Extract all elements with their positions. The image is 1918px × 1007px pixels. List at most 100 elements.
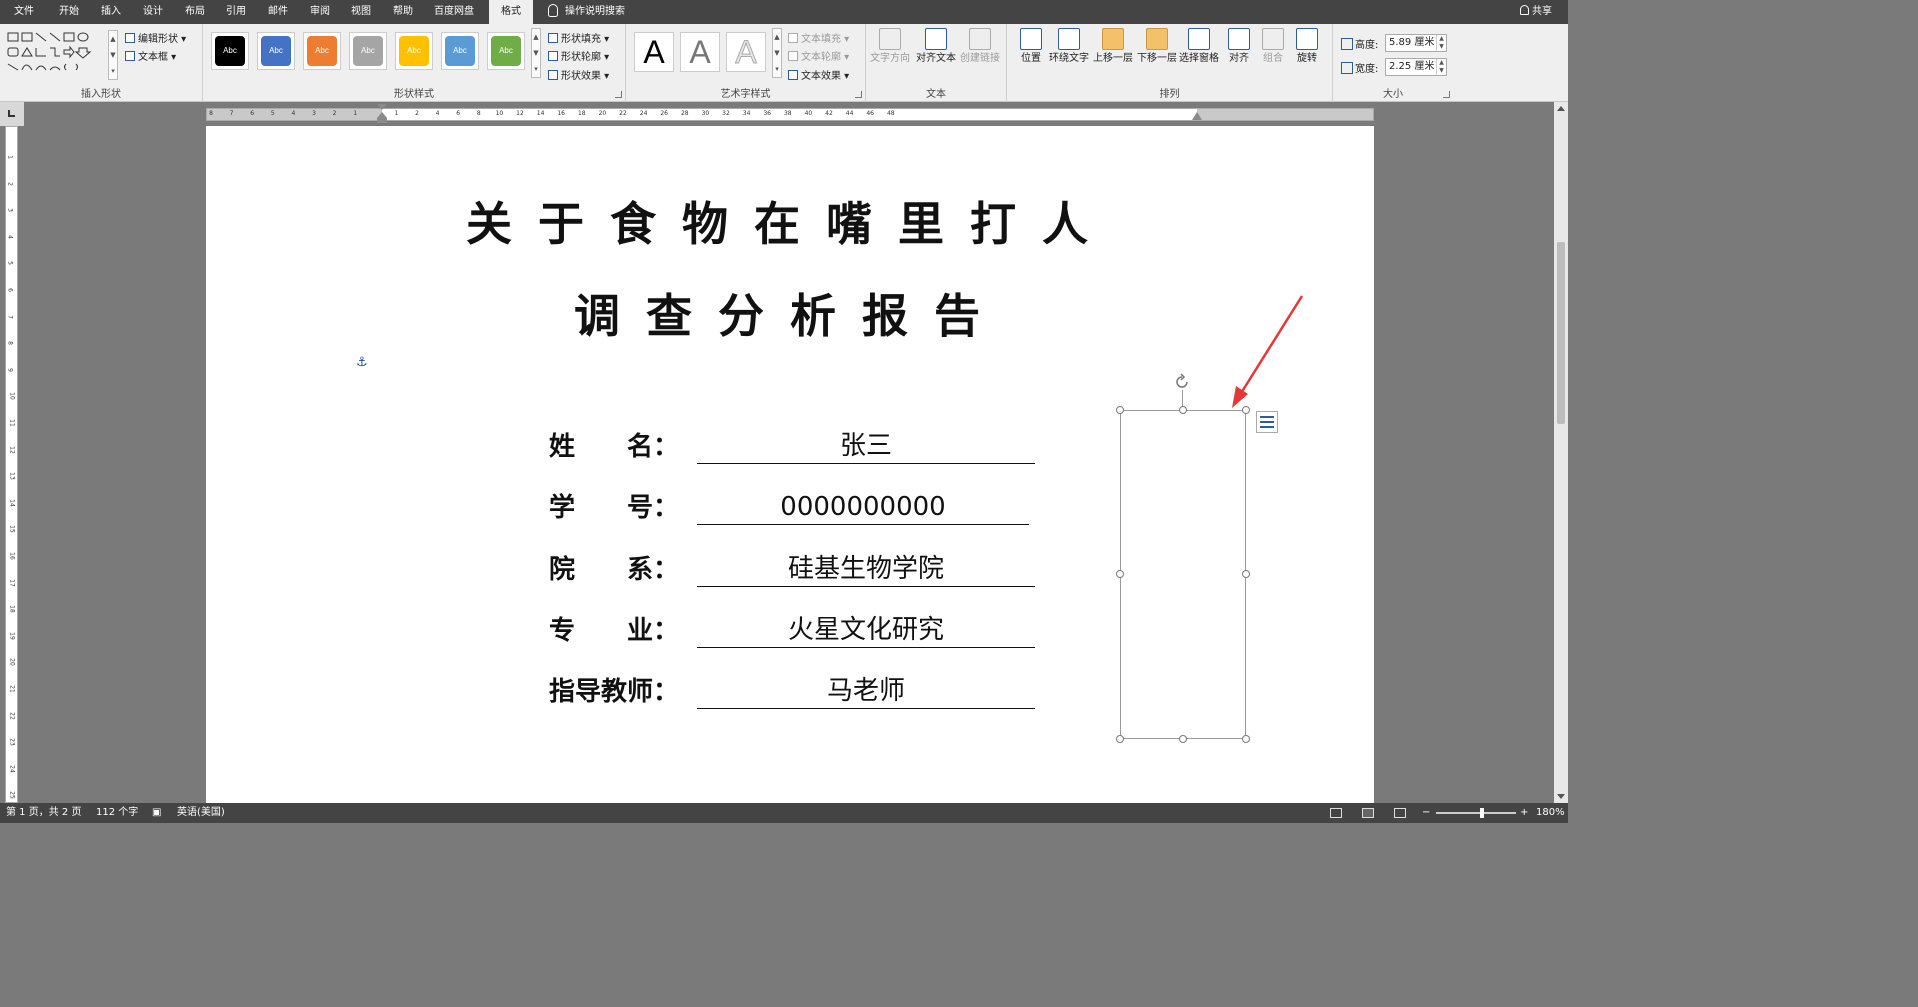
- align-text-button[interactable]: 对齐文本: [914, 28, 958, 84]
- ruler-tick-label: 22: [619, 110, 627, 117]
- menu-mailings[interactable]: 邮件: [268, 0, 288, 24]
- width-spinner[interactable]: ▲ ▼: [1436, 59, 1446, 75]
- wordart-style-black[interactable]: A: [634, 32, 674, 72]
- text-direction-button[interactable]: 文字方向: [868, 28, 912, 84]
- shape-style-swatch[interactable]: Abc: [211, 32, 249, 70]
- edit-shape-button[interactable]: 编辑形状 ▾: [125, 30, 186, 45]
- advisor-value[interactable]: 马老师: [697, 673, 1035, 709]
- wrap-text-button[interactable]: 环绕文字: [1047, 28, 1091, 84]
- shapes-gallery[interactable]: [6, 30, 118, 80]
- create-link-button[interactable]: 创建链接: [958, 28, 1002, 84]
- tab-selector[interactable]: [0, 102, 24, 126]
- web-layout-icon[interactable]: [1394, 808, 1406, 818]
- resize-handle-bottom-left[interactable]: [1116, 735, 1124, 743]
- shapes-gallery-scroller[interactable]: ▲ ▼ ▾: [108, 30, 118, 80]
- report-title-line2[interactable]: 调查分析报告: [206, 280, 1374, 346]
- right-indent-marker[interactable]: [1192, 112, 1202, 120]
- resize-handle-right[interactable]: [1242, 570, 1250, 578]
- selection-pane-button[interactable]: 选择窗格: [1177, 28, 1221, 84]
- height-spinner[interactable]: ▲ ▼: [1436, 35, 1446, 51]
- shape-style-swatch[interactable]: Abc: [441, 32, 479, 70]
- language-indicator[interactable]: 英语(美国): [177, 803, 225, 823]
- word-count[interactable]: 112 个字: [96, 803, 138, 823]
- zoom-level[interactable]: 180%: [1536, 803, 1565, 823]
- wordart-scroller[interactable]: ▲ ▼ ▾: [772, 28, 782, 78]
- zoom-out-icon[interactable]: −: [1422, 803, 1430, 823]
- advisor-label: 指导教师：: [549, 677, 680, 707]
- status-bar: 第 1 页，共 2 页 112 个字 ▣ 英语(美国) − + 180%: [0, 803, 1568, 823]
- rotate-handle-icon[interactable]: [1173, 373, 1191, 391]
- menu-view[interactable]: 视图: [351, 0, 371, 24]
- ruler-tick-label: 48: [886, 110, 895, 117]
- menu-insert[interactable]: 插入: [101, 0, 121, 24]
- shape-style-swatch[interactable]: Abc: [303, 32, 341, 70]
- effects-icon: [548, 70, 558, 80]
- shape-effects-button[interactable]: 形状效果 ▾: [548, 67, 609, 82]
- resize-handle-top-left[interactable]: [1116, 406, 1124, 414]
- horizontal-ruler[interactable]: 8 7 6 5 4 3 2 1 1 2 4 6 8 10 12 14 16 18 20 22 24 26 28 30 32 34 3…: [24, 102, 1560, 126]
- zoom-in-icon[interactable]: +: [1520, 803, 1528, 823]
- ruler-tick-label: 2: [332, 110, 337, 117]
- wordart-style-outline[interactable]: A: [726, 32, 766, 72]
- ruler-tick-label: 14: [536, 110, 545, 117]
- shape-outline-button[interactable]: 形状轮廓 ▾: [548, 48, 609, 63]
- menu-file[interactable]: 文件: [14, 0, 34, 24]
- text-effects-button[interactable]: 文本效果 ▾: [788, 67, 849, 82]
- width-input[interactable]: 2.25 厘米 ▲ ▼: [1385, 58, 1447, 76]
- menu-design[interactable]: 设计: [143, 0, 163, 24]
- left-indent-marker[interactable]: [377, 104, 387, 124]
- shape-styles-scroller[interactable]: ▲ ▼ ▾: [531, 28, 541, 78]
- wordart-dialog-launcher[interactable]: [855, 91, 862, 98]
- vertical-scrollbar[interactable]: [1554, 102, 1568, 803]
- shape-style-swatch[interactable]: Abc: [487, 32, 525, 70]
- proofing-icon[interactable]: ▣: [152, 803, 161, 823]
- major-value[interactable]: 火星文化研究: [697, 612, 1035, 648]
- shape-style-swatch[interactable]: Abc: [257, 32, 295, 70]
- height-input[interactable]: 5.89 厘米 ▲ ▼: [1385, 34, 1447, 52]
- student-id-value[interactable]: 0000000000: [697, 489, 1029, 525]
- shape-styles-dialog-launcher[interactable]: [615, 91, 622, 98]
- scroll-down-icon[interactable]: [1557, 794, 1565, 799]
- read-mode-icon[interactable]: [1330, 808, 1342, 818]
- zoom-slider[interactable]: [1436, 812, 1516, 814]
- shape-style-swatch[interactable]: Abc: [395, 32, 433, 70]
- menu-help[interactable]: 帮助: [393, 0, 413, 24]
- menu-baidu-netdisk[interactable]: 百度网盘: [434, 0, 474, 24]
- menu-review[interactable]: 审阅: [310, 0, 330, 24]
- print-layout-icon[interactable]: [1362, 808, 1374, 818]
- wordart-style-gray[interactable]: A: [680, 32, 720, 72]
- name-value[interactable]: 张三: [697, 428, 1035, 464]
- vertical-ruler[interactable]: 1 2 3 4 5 6 7 8 9 10 11 12 13 14 15 16 17 18 19 20 21 22 23 24 2…: [0, 126, 24, 803]
- shape-style-swatch[interactable]: Abc: [349, 32, 387, 70]
- selected-text-box[interactable]: [1120, 410, 1246, 739]
- menu-layout[interactable]: 布局: [185, 0, 205, 24]
- send-backward-button[interactable]: 下移一层: [1135, 28, 1179, 84]
- document-page[interactable]: 关于食物在嘴里打人 调查分析报告 ⚓ 姓 名： 张三 学 号： 00000000…: [206, 126, 1374, 803]
- resize-handle-left[interactable]: [1116, 570, 1124, 578]
- resize-handle-bottom[interactable]: [1179, 735, 1187, 743]
- text-box-button[interactable]: 文本框 ▾: [125, 48, 176, 63]
- menu-home[interactable]: 开始: [59, 0, 79, 24]
- resize-handle-bottom-right[interactable]: [1242, 735, 1250, 743]
- ruler-tick-label: 24: [8, 764, 16, 773]
- ruler-tick-label: 15: [8, 525, 16, 534]
- share-button[interactable]: 共享: [1520, 0, 1552, 24]
- text-outline-button[interactable]: 文本轮廓 ▾: [788, 48, 849, 63]
- menu-format[interactable]: 格式: [489, 0, 533, 24]
- rotate-button[interactable]: 旋转: [1285, 28, 1329, 84]
- shape-fill-button[interactable]: 形状填充 ▾: [548, 30, 609, 45]
- ruler-tick-label: 30: [701, 110, 710, 117]
- zoom-slider-thumb[interactable]: [1480, 808, 1484, 818]
- scrollbar-thumb[interactable]: [1557, 242, 1565, 424]
- page-count[interactable]: 第 1 页，共 2 页: [6, 803, 81, 823]
- bring-forward-button[interactable]: 上移一层: [1091, 28, 1135, 84]
- department-value[interactable]: 硅基生物学院: [697, 551, 1035, 587]
- shape-outline-label: 形状轮廓: [561, 52, 601, 63]
- text-fill-button[interactable]: 文本填充 ▾: [788, 30, 849, 45]
- report-title-line1[interactable]: 关于食物在嘴里打人: [206, 188, 1374, 254]
- resize-handle-top[interactable]: [1179, 406, 1187, 414]
- size-dialog-launcher[interactable]: [1443, 91, 1450, 98]
- scroll-up-icon[interactable]: [1557, 106, 1565, 111]
- menu-references[interactable]: 引用: [226, 0, 246, 24]
- tell-me-search[interactable]: 操作说明搜索: [548, 0, 625, 24]
